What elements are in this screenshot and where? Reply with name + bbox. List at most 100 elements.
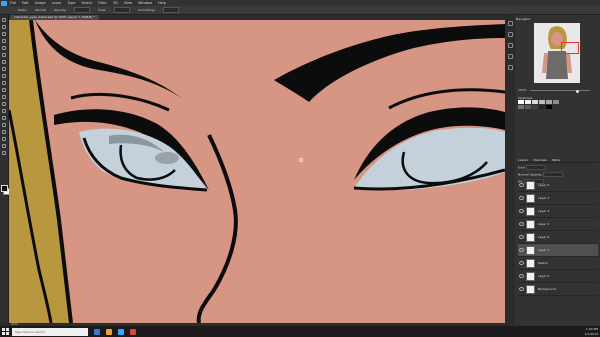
layer-row[interactable]: Sketch (518, 257, 598, 270)
properties-panel-icon[interactable] (507, 32, 513, 37)
foreground-color-swatch[interactable] (1, 185, 8, 192)
clone-stamp-tool-icon[interactable] (2, 74, 6, 78)
visibility-eye-icon[interactable] (519, 274, 524, 278)
tab-layers[interactable]: Layers (518, 158, 528, 162)
layer-name: Sketch (538, 261, 549, 265)
kind-filter-dropdown[interactable] (525, 165, 546, 170)
nose-line (196, 134, 238, 323)
smoothing-field[interactable] (163, 7, 180, 13)
swatch-row (518, 100, 598, 104)
tab-paths[interactable]: Paths (552, 158, 560, 162)
navigator-zoom-value[interactable]: 200% (518, 88, 527, 92)
gradient-tool-icon[interactable] (2, 95, 6, 99)
collapsed-panel-strip (505, 15, 515, 326)
zoom-tool-icon[interactable] (2, 151, 6, 155)
navigator-zoom-row: 200% (518, 88, 598, 93)
clock-date: 1/1/2019 (584, 331, 598, 336)
visibility-eye-icon[interactable] (519, 209, 524, 213)
navigator-thumbnail[interactable] (534, 23, 580, 83)
layer-row[interactable]: Background (518, 283, 598, 296)
pen-tool-icon[interactable] (2, 116, 6, 120)
healing-brush-tool-icon[interactable] (2, 60, 6, 64)
color-swatch[interactable] (518, 100, 524, 104)
crop-tool-icon[interactable] (2, 46, 6, 50)
color-swatch[interactable] (539, 105, 545, 109)
color-swatch[interactable] (546, 105, 552, 109)
layer-thumbnail (526, 180, 535, 190)
flow-field[interactable] (114, 7, 131, 13)
layer-row[interactable]: Layer 6 (518, 231, 598, 244)
windows-start-icon[interactable] (2, 328, 9, 335)
visibility-eye-icon[interactable] (519, 248, 524, 252)
layer-list: Layer 5 Layer 4 Layer 3 Layer 2 Layer 6 Layer… (518, 179, 598, 296)
mode-label: Mode: (18, 8, 28, 12)
layer-thumbnail (526, 271, 535, 281)
layers-panel: Layers Channels Paths Kind Normal Opacit… (518, 157, 598, 323)
color-swatch[interactable] (525, 100, 531, 104)
tab-channels[interactable]: Channels (533, 158, 547, 162)
document-canvas[interactable] (9, 20, 505, 323)
blend-mode-dropdown[interactable]: Normal (518, 173, 529, 177)
visibility-eye-icon[interactable] (519, 261, 524, 265)
file-explorer-icon[interactable] (106, 328, 112, 335)
visibility-eye-icon[interactable] (519, 222, 524, 226)
color-swatch[interactable] (546, 100, 552, 104)
canvas-artwork (9, 20, 505, 323)
brush-tool-icon[interactable] (2, 67, 6, 71)
color-swatch[interactable] (532, 105, 538, 109)
navigator-zoom-knob[interactable] (576, 89, 579, 93)
layer-row[interactable]: Layer 5 (518, 179, 598, 192)
shape-tool-icon[interactable] (2, 137, 6, 141)
system-tray-clock[interactable]: 1:00 PM 1/1/2019 (585, 327, 598, 336)
layer-opacity-field[interactable] (543, 172, 564, 177)
visibility-eye-icon[interactable] (519, 183, 524, 187)
layer-row[interactable]: Layer 1 (518, 244, 598, 257)
blur-tool-icon[interactable] (2, 102, 6, 106)
eraser-tool-icon[interactable] (2, 88, 6, 92)
character-panel-icon[interactable] (507, 65, 513, 70)
quick-select-tool-icon[interactable] (2, 39, 6, 43)
marquee-tool-icon[interactable] (2, 25, 6, 29)
navigator-zoom-slider[interactable] (530, 89, 590, 93)
visibility-eye-icon[interactable] (519, 196, 524, 200)
visibility-eye-icon[interactable] (519, 287, 524, 291)
layer-thumbnail (526, 258, 535, 268)
layer-name: Layer 0 (538, 274, 550, 278)
clock-time: 1:00 PM (585, 327, 598, 331)
mode-dropdown[interactable]: Normal (35, 8, 46, 12)
browser-taskbar-icon[interactable] (130, 328, 136, 335)
layer-row[interactable]: Layer 0 (518, 270, 598, 283)
swatch-row (518, 105, 598, 109)
smoothing-label: Smoothing: (138, 8, 156, 12)
task-view-icon[interactable] (94, 328, 100, 335)
color-swatch[interactable] (553, 100, 559, 104)
adjustments-panel-icon[interactable] (507, 43, 513, 48)
color-swatch[interactable] (518, 105, 524, 109)
history-brush-tool-icon[interactable] (2, 81, 6, 85)
opacity-label: Opacity: (529, 172, 543, 177)
left-eyebrow (35, 20, 184, 100)
photoshop-app-icon[interactable] (1, 0, 7, 6)
type-tool-icon[interactable] (2, 123, 6, 127)
layer-row[interactable]: Layer 2 (518, 218, 598, 231)
path-select-tool-icon[interactable] (2, 130, 6, 134)
lasso-tool-icon[interactable] (2, 32, 6, 36)
move-tool-icon[interactable] (2, 18, 6, 22)
brush-panel-icon[interactable] (507, 54, 513, 59)
hand-tool-icon[interactable] (2, 144, 6, 148)
color-swatch[interactable] (539, 100, 545, 104)
dodge-tool-icon[interactable] (2, 109, 6, 113)
layer-row[interactable]: Layer 3 (518, 205, 598, 218)
layer-name: Layer 6 (538, 235, 550, 239)
color-swatch[interactable] (525, 105, 531, 109)
color-swatch[interactable] (532, 100, 538, 104)
layer-row[interactable]: Layer 4 (518, 192, 598, 205)
history-panel-icon[interactable] (507, 21, 513, 26)
photoshop-taskbar-icon[interactable] (118, 328, 124, 335)
opacity-field[interactable] (74, 7, 91, 13)
taskbar-search-input[interactable]: Type here to search (12, 327, 88, 336)
layer-name: Layer 2 (538, 222, 550, 226)
eyedropper-tool-icon[interactable] (2, 53, 6, 57)
visibility-eye-icon[interactable] (519, 235, 524, 239)
navigator-view-box[interactable] (561, 42, 579, 54)
